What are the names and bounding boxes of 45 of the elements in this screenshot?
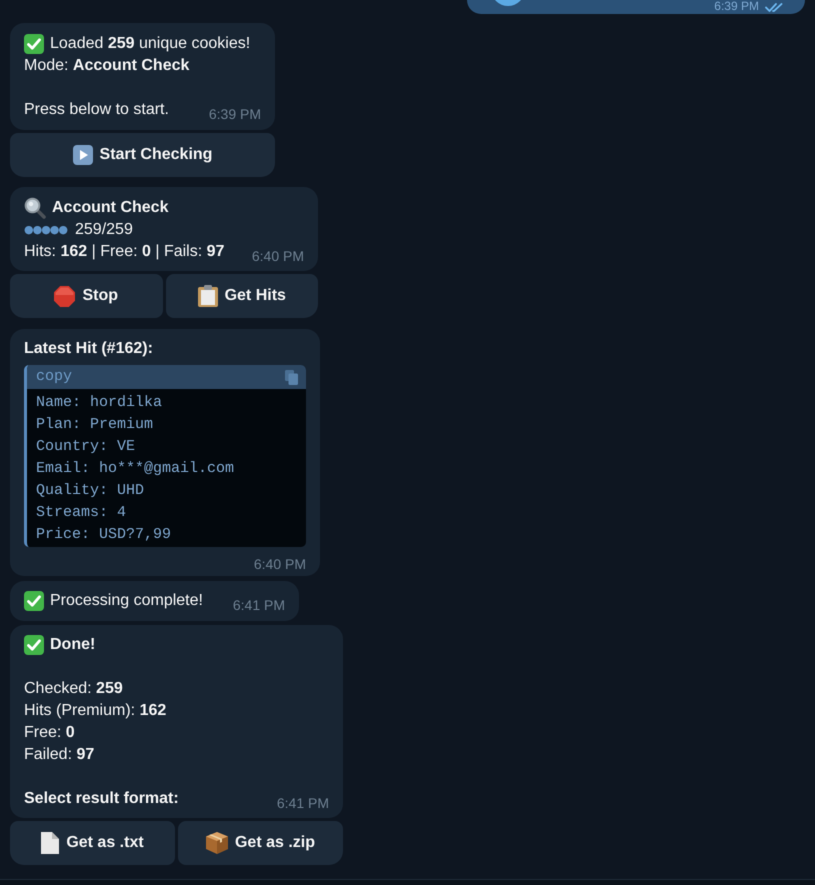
code-line: Quality: UHD <box>36 481 146 501</box>
message-text: Press below to start. <box>24 100 169 120</box>
inline-button[interactable]: Get Hits <box>166 274 318 318</box>
code-line: Name: hordilka <box>36 393 164 413</box>
progress-dots: ●●●●● <box>24 222 67 238</box>
message-time: 6:40 PM <box>254 557 306 571</box>
progress-count: 259/259 <box>75 220 133 240</box>
code-line: Plan: Premium <box>36 415 154 435</box>
message-time: 6:41 PM <box>276 796 329 810</box>
check-mark-icon <box>24 591 44 611</box>
message-text: Free: 0 <box>24 723 75 743</box>
message-time: 6:39 PM <box>208 107 261 121</box>
message-time: 6:39 PM <box>714 0 759 13</box>
play-icon <box>72 145 93 165</box>
package-box-icon <box>206 832 228 854</box>
code-line: Email: ho***@gmail.com <box>36 459 236 479</box>
stop-sign-icon <box>54 286 76 306</box>
check-mark-icon <box>24 635 44 655</box>
inline-button[interactable]: Get as .zip <box>178 821 343 865</box>
message-text: Mode: Account Check <box>24 56 190 76</box>
code-header-label: copy <box>36 367 72 387</box>
code-line: Price: USD?7,99 <box>36 525 172 545</box>
code-line: Streams: 4 <box>36 503 128 523</box>
message-text: Processing complete! <box>50 591 203 611</box>
message-text: Failed: 97 <box>24 745 94 765</box>
message-title: Account Check <box>52 198 168 218</box>
message-text: Checked: 259 <box>24 679 123 699</box>
inline-button[interactable]: Start Checking <box>10 133 275 177</box>
message-text: Hits: 162 | Free: 0 | Fails: 97 <box>24 242 224 262</box>
document-icon <box>41 832 60 854</box>
message-title: Done! <box>50 635 96 655</box>
copy-icon[interactable] <box>285 370 298 384</box>
inline-button[interactable]: Get as .txt <box>10 821 175 865</box>
message-title: Latest Hit (#162): <box>24 339 154 359</box>
double-check-icon <box>765 3 783 12</box>
message-text: Loaded 259 unique cookies! <box>50 34 250 54</box>
code-line: Country: VE <box>36 437 136 457</box>
check-mark-icon <box>24 34 44 54</box>
message-time: 6:41 PM <box>232 598 285 612</box>
message-text: Select result format: <box>24 789 179 809</box>
magnifier-icon <box>24 197 46 219</box>
message-text: Hits (Premium): 162 <box>24 701 166 721</box>
message-time: 6:40 PM <box>252 249 304 263</box>
clipboard-icon <box>198 285 218 307</box>
inline-button[interactable]: Stop <box>10 274 162 318</box>
